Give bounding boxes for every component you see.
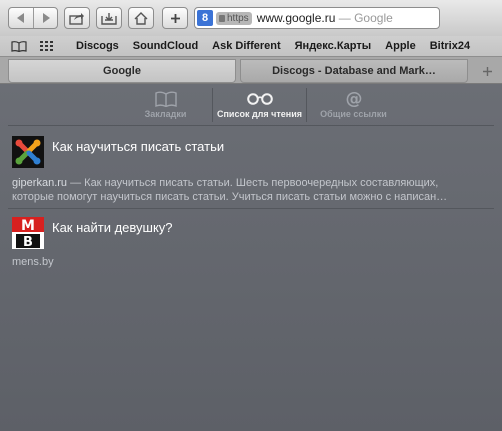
tab-bookmarks[interactable]: Закладки (119, 86, 212, 124)
svg-text:B: B (23, 235, 33, 249)
sidebar-segmented-control: Закладки Список для чтения @ Общие ссылк… (119, 86, 400, 124)
url-page-title: — Google (338, 11, 393, 25)
plus-icon (170, 13, 180, 23)
item-snippet-line1: — Как научиться писать статьи. Шесть пер… (67, 177, 439, 189)
bookmark-apple[interactable]: Apple (385, 40, 416, 52)
mb-favicon: M B (12, 217, 44, 250)
item-site: mens.by (12, 256, 54, 268)
svg-text:@: @ (345, 90, 362, 108)
bookmarks-bar: Discogs SoundCloud Ask Different Яндекс.… (0, 36, 502, 56)
lock-icon (219, 14, 225, 22)
browser-toolbar: 8 https www.google.ru — Google (0, 0, 502, 36)
tab-bar: Google Discogs - Database and Mark… (0, 56, 502, 84)
google-favicon: 8 (197, 10, 213, 26)
tab-reading-list[interactable]: Список для чтения (213, 86, 306, 124)
at-icon: @ (345, 90, 362, 108)
new-tab-button[interactable] (478, 63, 496, 79)
item-snippet-line2: которые помогут научиться писать статьи.… (12, 191, 448, 203)
add-to-reading-list-button[interactable] (96, 7, 122, 29)
new-bookmark-button[interactable] (162, 7, 188, 29)
tab-label: Google (103, 65, 141, 77)
tab-reading-list-label: Список для чтения (216, 109, 303, 119)
back-button[interactable] (9, 8, 33, 28)
sidebar-divider (8, 125, 494, 126)
tab-label: Discogs - Database and Mark… (272, 65, 436, 77)
book-icon (154, 91, 177, 107)
top-sites-button[interactable] (38, 40, 56, 52)
back-forward-group (8, 7, 58, 29)
svg-text:M: M (21, 218, 35, 234)
bookmark-ask-different[interactable]: Ask Different (212, 40, 280, 52)
book-icon (11, 40, 27, 52)
show-bookmarks-button[interactable] (10, 40, 28, 52)
url-text: www.google.ru — Google (257, 11, 393, 25)
tab-google[interactable]: Google (8, 59, 236, 83)
item-site: giperkan.ru (12, 177, 68, 189)
bookmark-soundcloud[interactable]: SoundCloud (133, 40, 198, 52)
secure-badge: https (216, 11, 252, 25)
grid-icon (40, 40, 53, 51)
back-arrow-icon (17, 13, 24, 23)
bookmark-bitrix24[interactable]: Bitrix24 (430, 40, 470, 52)
url-host: www.google.ru (256, 11, 336, 25)
share-button[interactable] (64, 7, 90, 29)
home-icon (134, 11, 148, 25)
joomla-favicon (12, 136, 44, 168)
tab-bookmarks-label: Закладки (144, 109, 187, 119)
address-bar[interactable]: 8 https www.google.ru — Google (194, 7, 440, 29)
forward-button[interactable] (33, 8, 57, 28)
tab-shared-links[interactable]: @ Общие ссылки (307, 86, 400, 124)
tray-icon (101, 12, 117, 25)
home-button[interactable] (128, 7, 154, 29)
tab-discogs[interactable]: Discogs - Database and Mark… (240, 59, 468, 83)
share-icon (69, 12, 84, 25)
item-title: Как научиться писать статьи (52, 139, 225, 154)
reading-list-sidebar: Закладки Список для чтения @ Общие ссылк… (0, 84, 502, 431)
reading-list-item[interactable]: Как научиться писать статьи giperkan.ru … (12, 136, 488, 206)
forward-arrow-icon (42, 13, 50, 23)
plus-icon (482, 66, 492, 76)
item-divider (8, 208, 494, 209)
tab-shared-links-label: Общие ссылки (320, 109, 387, 119)
secure-label: https (227, 12, 249, 24)
glasses-icon (246, 93, 273, 105)
bookmark-discogs[interactable]: Discogs (76, 40, 119, 52)
bookmark-yandex-maps[interactable]: Яндекс.Карты (295, 40, 372, 52)
item-description: giperkan.ru — Как научиться писать стать… (12, 176, 482, 204)
item-title: Как найти девушку? (52, 220, 173, 235)
reading-list-item[interactable]: M B Как найти девушку? mens.by (12, 217, 488, 268)
